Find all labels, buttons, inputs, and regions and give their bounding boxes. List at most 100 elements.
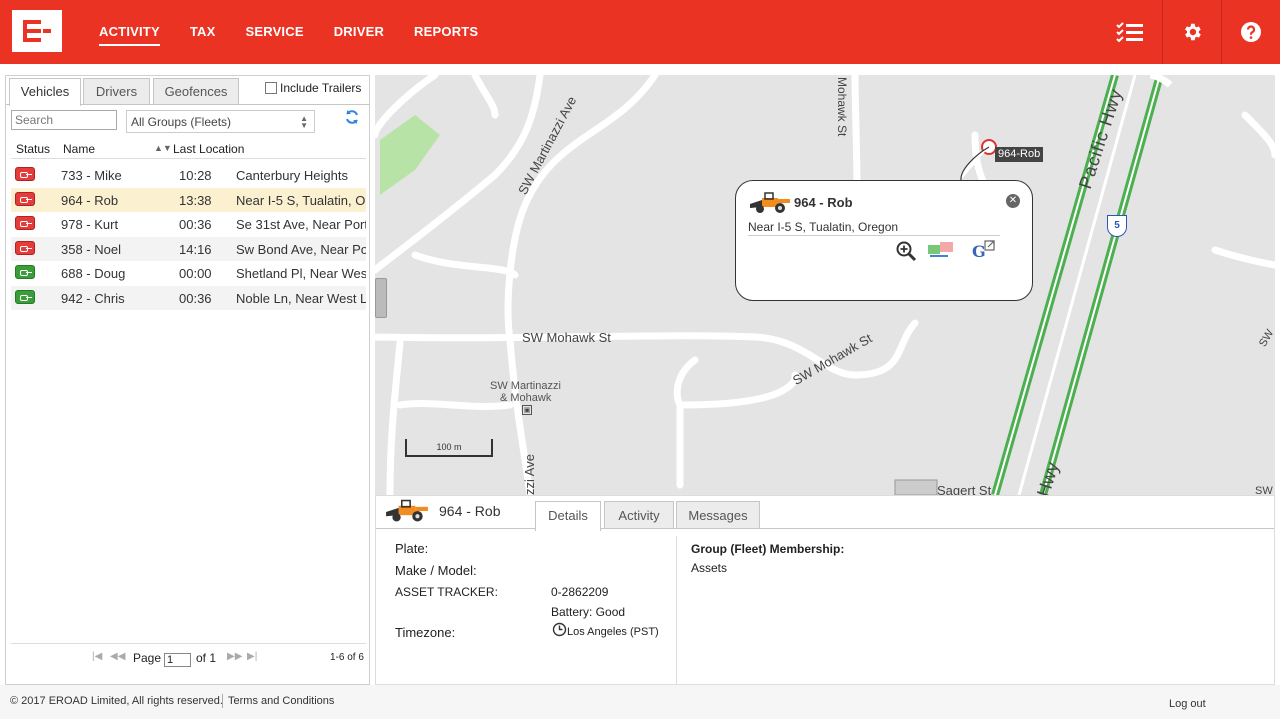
- vehicle-map-label[interactable]: 964-Rob: [995, 147, 1044, 162]
- copyright: © 2017 EROAD Limited, All rights reserve…: [10, 695, 223, 707]
- group-label: Group (Fleet) Membership:: [691, 542, 845, 556]
- street-label: Mohawk St: [835, 77, 849, 137]
- vehicle-popup: 964 - Rob ✕ Near I-5 S, Tualatin, Oregon…: [735, 180, 1033, 301]
- gear-icon[interactable]: [1162, 0, 1220, 64]
- tab-drivers[interactable]: Drivers: [83, 78, 150, 104]
- vehicle-name: 733 - Mike: [61, 168, 122, 183]
- details-column-divider: [676, 536, 677, 686]
- col-last-location[interactable]: Last Location: [173, 142, 244, 156]
- tab-messages[interactable]: Messages: [676, 501, 760, 529]
- group-value: Assets: [691, 561, 728, 575]
- transit-stop-label: & Mohawk: [500, 392, 552, 404]
- refresh-icon[interactable]: [344, 109, 360, 125]
- details-title: 964 - Rob: [439, 503, 501, 519]
- next-page-icon[interactable]: ▶▶: [227, 651, 242, 662]
- tab-activity[interactable]: Activity: [604, 501, 674, 529]
- page-count: of 1: [196, 651, 217, 665]
- popup-divider: [748, 235, 1000, 236]
- tractor-icon: [386, 499, 428, 522]
- timezone-label: Timezone:: [395, 625, 456, 640]
- vehicle-name: 688 - Doug: [61, 266, 126, 281]
- i5-shield-icon: 5: [1107, 215, 1127, 237]
- street-label: SW Mohawk St: [522, 330, 611, 345]
- panel-collapse-handle[interactable]: [375, 278, 387, 318]
- vehicle-name: 978 - Kurt: [61, 217, 119, 232]
- page-input[interactable]: 1: [164, 653, 191, 667]
- footer: © 2017 EROAD Limited, All rights reserve…: [0, 685, 1280, 719]
- battery-status: Battery: Good: [551, 605, 626, 619]
- street-label: SW: [1255, 485, 1273, 495]
- top-bar: ACTIVITY TAX SERVICE DRIVER REPORTS: [0, 0, 1280, 64]
- vehicle-row[interactable]: 358 - Noel 14:16 Sw Bond Ave, Near Po: [11, 236, 366, 261]
- tracker-label: ASSET TRACKER:: [395, 585, 498, 599]
- footer-divider: [222, 694, 223, 708]
- message-icon[interactable]: [926, 241, 958, 263]
- vehicle-location: Se 31st Ave, Near Port: [236, 217, 366, 232]
- map-view[interactable]: SW Martinazzi Ave SW Mohawk St SW Mohawk…: [375, 75, 1275, 495]
- vehicle-time: 14:16: [179, 241, 212, 257]
- popup-title: 964 - Rob: [794, 195, 853, 210]
- vehicle-location: Near I-5 S, Tualatin, Or: [236, 192, 366, 208]
- vehicle-row[interactable]: 964 - Rob 13:38 Near I-5 S, Tualatin, Or: [11, 187, 366, 212]
- status-off-icon: [15, 240, 35, 255]
- group-select[interactable]: All Groups (Fleets) ▲ ▼: [126, 110, 315, 133]
- status-off-icon: [15, 216, 35, 230]
- nav-tax[interactable]: TAX: [190, 0, 216, 64]
- vehicle-location: Noble Ln, Near West L: [236, 290, 366, 306]
- eroad-logo[interactable]: [12, 10, 62, 52]
- tab-details[interactable]: Details: [535, 501, 601, 531]
- vehicle-list: 733 - Mike 10:28 Canterbury Heights 964 …: [11, 163, 366, 310]
- main-nav: ACTIVITY TAX SERVICE DRIVER REPORTS: [99, 0, 508, 64]
- help-icon[interactable]: [1221, 0, 1279, 64]
- vehicle-time: 10:28: [179, 168, 212, 183]
- vehicle-location: Sw Bond Ave, Near Po: [236, 241, 366, 257]
- google-maps-icon[interactable]: G: [970, 239, 998, 263]
- tracker-value: 0-2862209: [551, 585, 609, 599]
- include-trailers-toggle[interactable]: Include Trailers: [265, 81, 361, 95]
- search-input[interactable]: Search: [11, 110, 117, 130]
- vehicle-time: 13:38: [179, 192, 212, 208]
- vehicle-row[interactable]: 942 - Chris 00:36 Noble Ln, Near West L: [11, 285, 366, 310]
- vehicle-location: Shetland Pl, Near Wes: [236, 266, 366, 281]
- col-status[interactable]: Status: [16, 142, 50, 156]
- vehicle-name: 942 - Chris: [61, 290, 125, 306]
- close-icon[interactable]: ✕: [1006, 194, 1020, 208]
- vehicle-time: 00:00: [179, 266, 212, 281]
- transit-stop-label: SW Martinazzi: [490, 380, 561, 392]
- zoom-in-icon[interactable]: [894, 239, 918, 263]
- tab-divider: [376, 528, 1274, 529]
- vehicle-row[interactable]: 688 - Doug 00:00 Shetland Pl, Near Wes: [11, 261, 366, 286]
- group-select-value: All Groups (Fleets): [131, 115, 232, 129]
- nav-driver[interactable]: DRIVER: [334, 0, 384, 64]
- timezone-value: Los Angeles (PST): [567, 626, 659, 638]
- checklist-icon[interactable]: [1101, 0, 1159, 64]
- sort-icon[interactable]: ▲▼: [154, 143, 172, 153]
- nav-activity[interactable]: ACTIVITY: [99, 0, 160, 64]
- terms-link[interactable]: Terms and Conditions: [228, 695, 334, 707]
- nav-service[interactable]: SERVICE: [245, 0, 303, 64]
- tab-geofences[interactable]: Geofences: [153, 78, 239, 104]
- include-trailers-checkbox[interactable]: [265, 82, 277, 94]
- vehicle-name: 964 - Rob: [61, 192, 119, 208]
- first-page-icon[interactable]: |◀: [92, 651, 102, 662]
- select-arrows-icon: ▲ ▼: [300, 114, 308, 130]
- status-on-icon: [15, 289, 35, 304]
- vehicle-row[interactable]: 733 - Mike 10:28 Canterbury Heights: [11, 163, 366, 188]
- tab-vehicles[interactable]: Vehicles: [9, 78, 81, 106]
- page-label: Page: [133, 651, 162, 665]
- nav-reports[interactable]: REPORTS: [414, 0, 478, 64]
- status-on-icon: [15, 265, 35, 279]
- include-trailers-label: Include Trailers: [280, 81, 362, 95]
- make-model-label: Make / Model:: [395, 563, 477, 578]
- last-page-icon[interactable]: ▶|: [247, 651, 257, 662]
- vehicle-location: Canterbury Heights: [236, 168, 348, 183]
- col-name[interactable]: Name: [63, 142, 95, 156]
- pager: |◀ ◀◀ Page 1 of 1 ▶▶ ▶| 1-6 of 6: [11, 643, 366, 671]
- prev-page-icon[interactable]: ◀◀: [110, 651, 125, 662]
- street-label: zzi Ave: [522, 454, 537, 495]
- logout-link[interactable]: Log out: [1169, 698, 1206, 710]
- vehicle-panel: Vehicles Drivers Geofences Include Trail…: [5, 75, 370, 685]
- page-range: 1-6 of 6: [330, 652, 364, 663]
- bus-stop-icon: ▣: [522, 405, 532, 415]
- vehicle-row[interactable]: 978 - Kurt 00:36 Se 31st Ave, Near Port: [11, 212, 366, 237]
